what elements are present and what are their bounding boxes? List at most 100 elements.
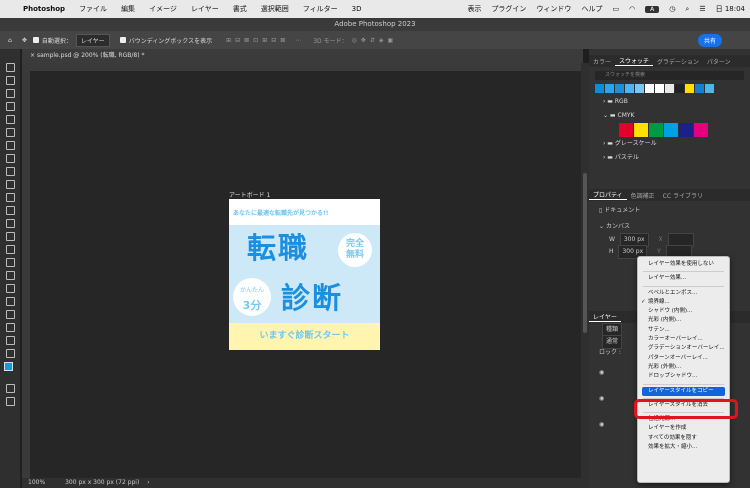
context-menu-item[interactable]: ドロップシャドウ... [638, 372, 729, 381]
wifi-icon[interactable]: ◠ [624, 5, 640, 13]
color-swatches[interactable] [0, 362, 20, 380]
align-icons[interactable]: ⊞⊟⊠⊡⊞⊟⊠ ⋯ [226, 37, 305, 44]
3d-tools-icons[interactable]: ◎✥⇵◈▣ [352, 37, 398, 44]
brush-tool-icon[interactable] [5, 180, 15, 189]
context-menu-item[interactable]: レイヤー効果... [638, 274, 729, 283]
tab-adjustments[interactable]: 色調補正 [627, 191, 659, 200]
move-tool-icon[interactable]: ✥ [22, 37, 27, 44]
swatch[interactable] [615, 84, 624, 93]
document-tab[interactable]: × sample.psd @ 200% (転職, RGB/8) * [22, 49, 583, 63]
menu-select[interactable]: 選択範囲 [254, 4, 296, 14]
swatch[interactable] [595, 84, 604, 93]
home-icon[interactable]: ⌂ [8, 37, 12, 44]
swatch[interactable] [655, 84, 664, 93]
context-menu-item[interactable]: 効果を拡大・縮小... [638, 443, 729, 452]
healing-brush-tool-icon[interactable] [5, 167, 15, 176]
context-menu-item[interactable]: グラデーションオーバーレイ... [638, 344, 729, 353]
gradient-tool-icon[interactable] [5, 232, 15, 241]
context-menu-item[interactable]: レイヤーを作成 [638, 424, 729, 433]
zoom-tool-icon[interactable] [5, 336, 15, 345]
foreground-color[interactable] [4, 362, 13, 371]
swatch-group-cmyk[interactable]: ⌄ ▬ CMYK [589, 109, 750, 123]
type-tool-icon[interactable] [5, 284, 15, 293]
share-button[interactable]: 共有 [697, 33, 722, 47]
menu-image[interactable]: イメージ [142, 4, 184, 14]
eraser-tool-icon[interactable] [5, 219, 15, 228]
more-tools-icon[interactable] [5, 349, 15, 358]
swatch-search-input[interactable]: スウォッチを検索 [595, 71, 744, 80]
swatch[interactable] [685, 84, 694, 93]
menu-help[interactable]: ヘルプ [576, 4, 607, 14]
search-icon[interactable]: ⌕ [680, 5, 694, 14]
tab-cc-libraries[interactable]: CC ライブラリ [659, 191, 707, 200]
swatch[interactable] [675, 84, 684, 93]
tab-swatches[interactable]: スウォッチ [615, 56, 654, 66]
path-select-tool-icon[interactable] [5, 297, 15, 306]
frame-tool-icon[interactable] [5, 141, 15, 150]
lasso-tool-icon[interactable] [5, 102, 15, 111]
swatch[interactable] [705, 84, 714, 93]
close-tab-icon[interactable]: × [30, 52, 37, 59]
swatch[interactable] [694, 123, 708, 137]
context-menu-item[interactable]: ベベルとエンボス... [638, 289, 729, 298]
zoom-level[interactable]: 100% [22, 479, 45, 486]
menu-view[interactable]: 表示 [462, 4, 486, 14]
dodge-tool-icon[interactable] [5, 258, 15, 267]
menu-edit[interactable]: 編集 [114, 4, 142, 14]
crop-tool-icon[interactable] [5, 128, 15, 137]
bounding-box-checkbox[interactable] [119, 37, 126, 43]
clock[interactable]: 日 18:04 [711, 4, 750, 14]
quick-select-tool-icon[interactable] [5, 115, 15, 124]
context-menu-item[interactable]: 光彩 (内側)... [638, 316, 729, 325]
context-menu-item[interactable]: レイヤー効果を使用しない [638, 260, 729, 269]
swatch[interactable] [695, 84, 704, 93]
quick-mask-icon[interactable] [5, 384, 15, 393]
pen-tool-icon[interactable] [5, 271, 15, 280]
auto-select-checkbox[interactable] [32, 37, 39, 43]
context-menu-item[interactable]: すべての効果を隠す [638, 434, 729, 443]
swatch[interactable] [605, 84, 614, 93]
eye-icon[interactable]: ◉ [599, 395, 604, 402]
scrollbar-thumb[interactable] [583, 173, 587, 333]
doc-info[interactable]: 300 px x 300 px (72 ppi) [47, 479, 139, 486]
keyboard-input-icon[interactable]: A [640, 5, 664, 13]
menu-window[interactable]: ウィンドウ [531, 4, 576, 14]
tab-patterns[interactable]: パターン [703, 57, 735, 66]
vertical-scrollbar[interactable] [581, 63, 589, 478]
time-machine-icon[interactable]: ◷ [664, 5, 680, 13]
app-menu[interactable]: Photoshop [16, 5, 72, 13]
tab-gradients[interactable]: グラデーション [653, 57, 703, 66]
tab-color[interactable]: カラー [589, 57, 615, 66]
move-tool-icon[interactable] [5, 63, 15, 72]
swatch-group-pastel[interactable]: › ▬ パステル [589, 151, 750, 165]
swatch[interactable] [619, 123, 633, 137]
canvas-section[interactable]: ⌄ カンバス [589, 221, 750, 233]
tab-layers[interactable]: レイヤー [589, 312, 621, 322]
menu-file[interactable]: ファイル [72, 4, 114, 14]
tab-properties[interactable]: プロパティ [589, 190, 627, 200]
context-menu-item[interactable]: シャドウ (内側)... [638, 307, 729, 316]
context-menu-item[interactable]: パターンオーバーレイ... [638, 354, 729, 363]
copy-layer-style-item[interactable]: レイヤースタイルをコピー [642, 386, 725, 396]
menu-3d[interactable]: 3D [345, 5, 369, 13]
blur-tool-icon[interactable] [5, 245, 15, 254]
context-menu-item[interactable]: サテン... [638, 326, 729, 335]
swatch[interactable] [665, 84, 674, 93]
horizontal-ruler[interactable] [30, 63, 583, 71]
swatch[interactable] [649, 123, 663, 137]
swatch-group-gray[interactable]: › ▬ グレースケール [589, 137, 750, 151]
swatch[interactable] [635, 84, 644, 93]
swatch[interactable] [679, 123, 693, 137]
menu-filter[interactable]: フィルター [296, 4, 345, 14]
doc-info-arrow-icon[interactable]: › [141, 479, 149, 486]
control-center-icon[interactable]: ☰ [694, 5, 710, 13]
artboard-tool-icon[interactable] [5, 76, 15, 85]
screen-mode-icon[interactable] [5, 397, 15, 406]
marquee-tool-icon[interactable] [5, 89, 15, 98]
context-menu-item[interactable]: 光彩 (外側)... [638, 363, 729, 372]
context-menu-item[interactable]: ✓ 境界線... [638, 298, 729, 307]
swatch[interactable] [664, 123, 678, 137]
hand-tool-icon[interactable] [5, 323, 15, 332]
menu-type[interactable]: 書式 [226, 4, 254, 14]
battery-icon[interactable]: ▭ [607, 5, 624, 13]
